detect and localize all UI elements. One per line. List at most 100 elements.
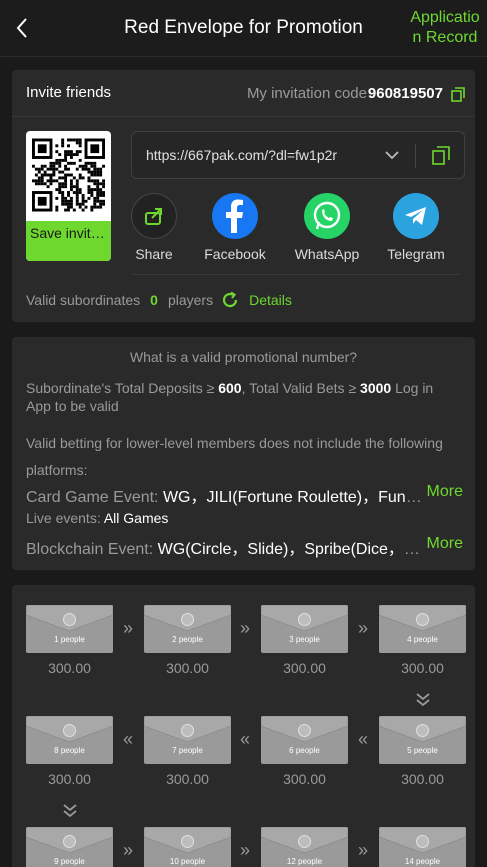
qr-code-image [32,138,105,212]
valid-subordinates-unit: players [167,292,214,308]
share-option-telegram[interactable]: Telegram [376,193,456,262]
envelope-people-label: 6 people [289,746,320,755]
share-option-facebook[interactable]: Facebook [195,193,275,262]
facebook-icon [212,193,258,239]
double-chevron-down-icon [416,693,430,707]
telegram-label: Telegram [387,246,445,262]
rules-question: What is a valid promotional number? [129,349,358,365]
envelope-seal-icon [298,613,311,626]
telegram-icon [393,193,439,239]
valid-subordinates-row: Valid subordinates 0 players Details [26,291,292,309]
envelope-people-label: 1 people [54,635,85,644]
envelope-people-label: 4 people [407,635,438,644]
envelope-people-label: 10 people [169,857,206,866]
rules-exclusion: Valid betting for lower-level members do… [26,435,443,478]
envelope-seal-icon [181,724,194,737]
envelope-amount: 300.00 [48,771,91,787]
envelope-amount: 300.00 [166,660,209,676]
double-chevron-left-icon: « [357,729,368,749]
envelope-grid-card: 1 people 300.00 2 people 300.00 3 people 300.… [12,585,475,867]
red-envelope[interactable]: 6 people [261,716,348,764]
invite-link-field[interactable]: https://667pak.com/?dl=fw1p2r [131,131,465,179]
envelope-seal-icon [63,835,76,848]
invitation-code-value: 960819507 [367,85,443,102]
red-envelope[interactable]: 3 people [261,605,348,653]
refresh-icon[interactable] [221,291,239,309]
blockchain-event-value: WG(Circle，Slide)，Spribe(Dice，Mines) [157,541,423,558]
envelope-people-label: 5 people [407,746,438,755]
save-invitation-button[interactable]: Save invitation... [26,221,111,261]
double-chevron-left-icon: « [239,729,250,749]
card-event-label: Card Game Event: [26,489,159,506]
envelope-seal-icon [63,613,76,626]
envelope-people-label: 7 people [172,746,203,755]
envelope-seal-icon [181,613,194,626]
copy-code-icon[interactable] [451,87,465,102]
envelope-amount: 300.00 [283,660,326,676]
red-envelope[interactable]: 14 people [379,827,466,867]
red-envelope[interactable]: 2 people [144,605,231,653]
invite-friends-title: Invite friends [26,84,112,101]
live-event-label: Live events: [26,510,101,526]
share-icon [131,193,177,239]
share-option-whatsapp[interactable]: WhatsApp [287,193,367,262]
bets-prefix: , Total Valid Bets ≥ [241,380,357,396]
details-link[interactable]: Details [249,292,292,308]
envelope-seal-icon [63,724,76,737]
red-envelope[interactable]: 12 people [261,827,348,867]
red-envelope[interactable]: 1 people [26,605,113,653]
share-option-share[interactable]: Share [114,193,194,262]
application-record-link[interactable]: Application Record [409,8,481,48]
invite-card: Invite friends My invitation code 960819… [12,70,475,322]
red-envelope[interactable]: 10 people [144,827,231,867]
double-chevron-right-icon: » [357,618,368,638]
double-chevron-right-icon: » [122,618,133,638]
invitation-code-label: My invitation code [246,85,367,102]
double-chevron-left-icon: « [122,729,133,749]
deposit-prefix: Subordinate's Total Deposits ≥ [26,380,215,396]
save-invitation-label: Save invitation... [30,225,111,241]
header-bar: Red Envelope for Promotion Application R… [0,0,487,57]
double-chevron-right-icon: » [357,840,368,860]
rules-card: What is a valid promotional number? Subo… [12,337,475,570]
envelope-people-label: 12 people [286,857,323,866]
card-event-value: WG，JILI(Fortune Roulette)，Funky Games [162,489,423,506]
double-chevron-right-icon: » [239,618,250,638]
valid-subordinates-count: 0 [150,292,158,308]
envelope-people-label: 14 people [404,857,441,866]
divider [415,144,416,168]
red-envelope[interactable]: 5 people [379,716,466,764]
blockchain-event-row: Blockchain Event: WG(Circle，Slide)，Sprib… [26,535,463,559]
copy-link-icon[interactable] [432,146,450,166]
double-chevron-right-icon: » [122,840,133,860]
card-event-more-link[interactable]: More [427,483,463,507]
divider [12,116,475,117]
envelope-people-label: 9 people [54,857,85,866]
red-envelope[interactable]: 4 people [379,605,466,653]
whatsapp-icon [304,193,350,239]
live-event-value: All Games [103,510,169,526]
envelope-people-label: 2 people [172,635,203,644]
envelope-amount: 300.00 [48,660,91,676]
envelope-amount: 300.00 [401,771,444,787]
whatsapp-label: WhatsApp [294,246,360,262]
envelope-amount: 300.00 [401,660,444,676]
red-envelope[interactable]: 7 people [144,716,231,764]
envelope-seal-icon [416,613,429,626]
valid-subordinates-label: Valid subordinates [26,292,141,308]
card-game-event-row: Card Game Event: WG，JILI(Fortune Roulett… [26,483,463,507]
double-chevron-down-icon [63,804,77,818]
qr-code-card: Save invitation... [26,131,111,261]
rules-requirement: Subordinate's Total Deposits ≥ 600, Tota… [26,379,461,415]
red-envelope[interactable]: 8 people [26,716,113,764]
red-envelope[interactable]: 9 people [26,827,113,867]
envelope-seal-icon [298,835,311,848]
chevron-down-icon[interactable] [384,149,400,161]
envelope-people-label: 3 people [289,635,320,644]
bets-value: 3000 [360,380,392,396]
share-label: Share [135,246,173,262]
live-events-row: Live events: All Games [26,510,168,526]
facebook-label: Facebook [204,246,266,262]
divider [131,274,461,275]
blockchain-event-more-link[interactable]: More [427,535,463,559]
